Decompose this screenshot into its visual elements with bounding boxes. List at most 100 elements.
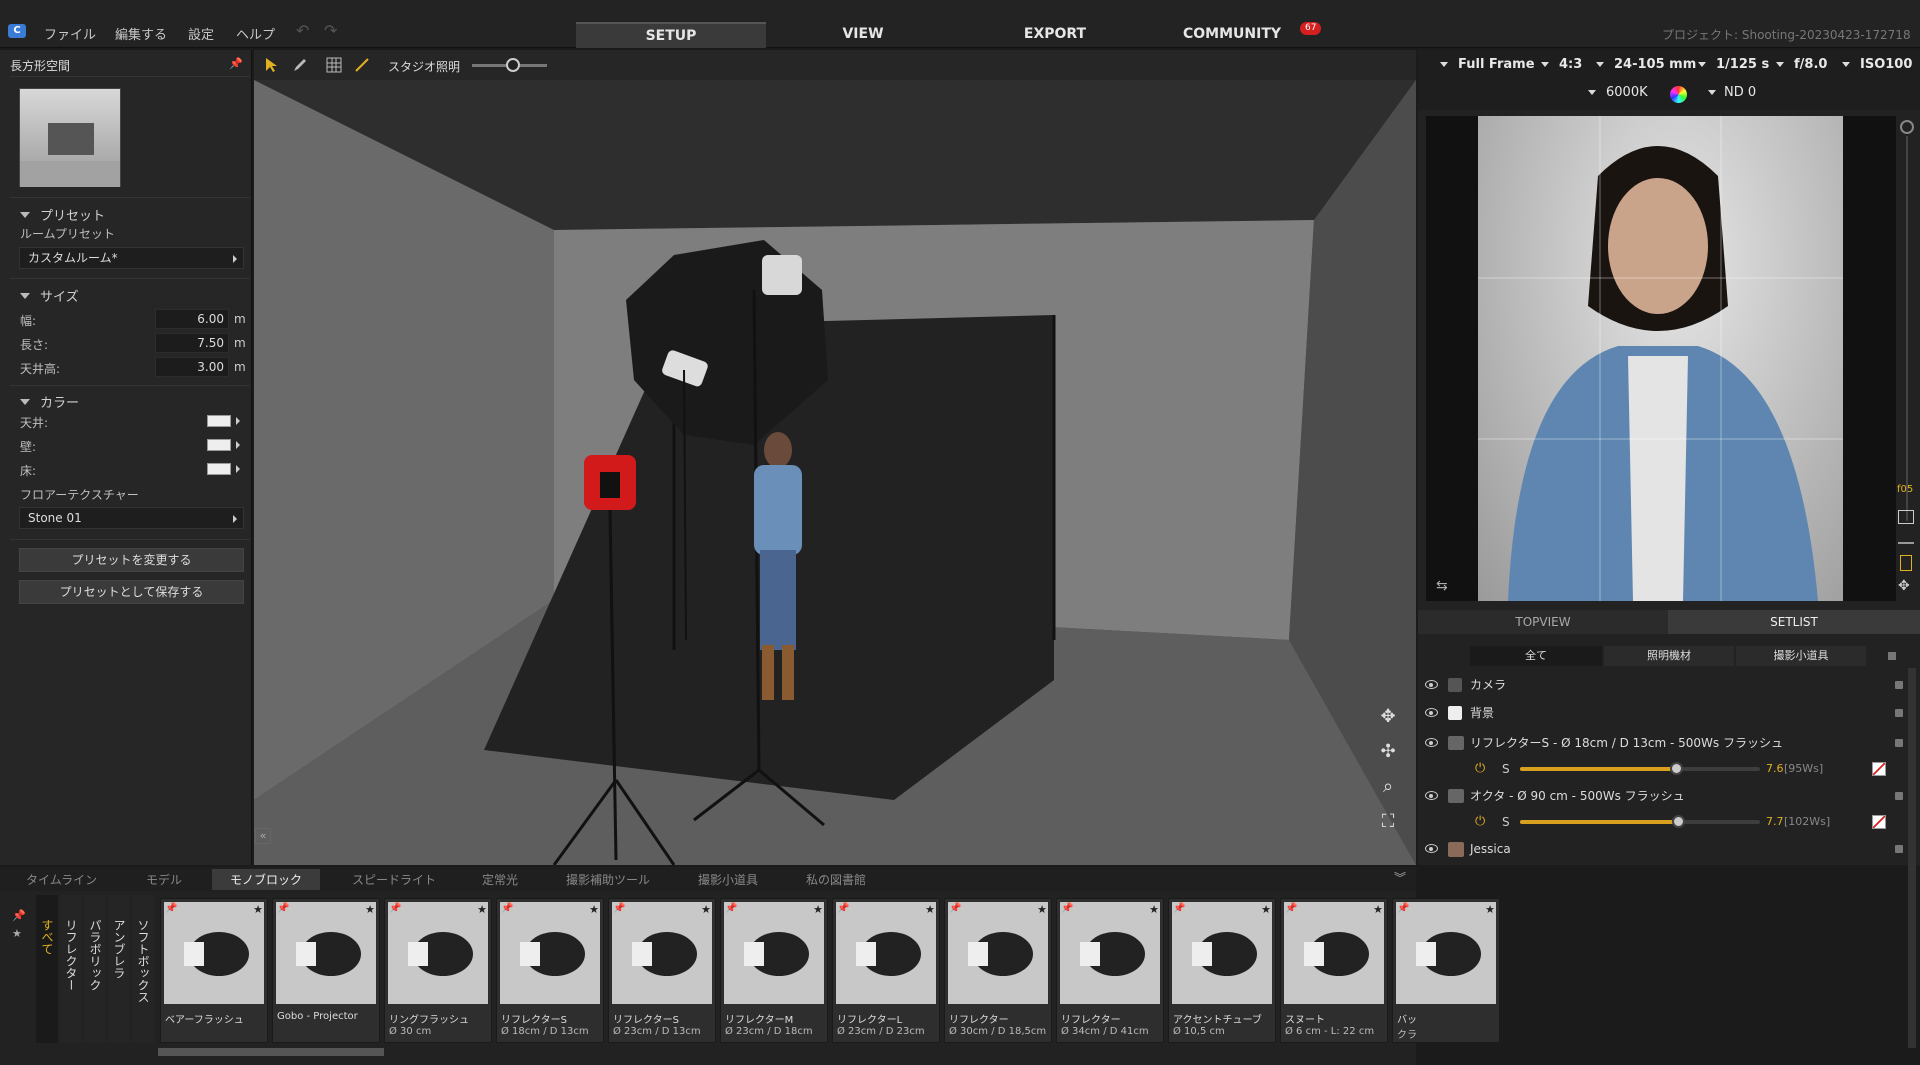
- tab-continuous[interactable]: 定常光: [482, 871, 518, 888]
- ratio-dropdown-icon[interactable]: [1541, 62, 1549, 67]
- iso-dropdown-icon[interactable]: [1842, 62, 1850, 67]
- menu-help[interactable]: ヘルプ: [236, 24, 275, 43]
- pin-icon[interactable]: 📌: [1173, 903, 1185, 914]
- shutter-value[interactable]: 1/125 s: [1716, 57, 1769, 72]
- library-scrollbar[interactable]: [158, 1048, 384, 1056]
- category-all[interactable]: すべて: [36, 895, 58, 1043]
- color-filter-icon[interactable]: [1872, 815, 1886, 829]
- camera-preview[interactable]: ⇆: [1426, 116, 1896, 601]
- visibility-eye-icon[interactable]: [1425, 844, 1438, 853]
- shutter-dropdown-icon[interactable]: [1698, 62, 1706, 67]
- tab-model[interactable]: モデル: [146, 871, 182, 888]
- fit-view-icon[interactable]: ⛶: [1376, 810, 1400, 834]
- wb-value[interactable]: 6000K: [1606, 85, 1648, 100]
- power-icon[interactable]: ⏻: [1475, 756, 1485, 782]
- lens-dropdown-icon[interactable]: [1596, 62, 1604, 67]
- aperture-dropdown-icon[interactable]: [1776, 62, 1784, 67]
- tab-setup[interactable]: SETUP: [576, 22, 766, 48]
- favorite-star-icon[interactable]: ★: [813, 903, 823, 916]
- tab-timeline[interactable]: タイムライン: [26, 871, 97, 888]
- product-tile[interactable]: 📌 ★ リフレクターS Ø 18cm / D 13cm: [496, 898, 604, 1043]
- app-logo[interactable]: C: [8, 24, 26, 38]
- color-wheel-icon[interactable]: [1670, 86, 1687, 103]
- visibility-eye-icon[interactable]: [1425, 708, 1438, 717]
- floor-color-arrow-icon[interactable]: [236, 465, 240, 473]
- preview-slider-knob[interactable]: [1900, 120, 1914, 134]
- tab-setlist[interactable]: SETLIST: [1668, 610, 1920, 634]
- wall-color-arrow-icon[interactable]: [236, 441, 240, 449]
- ceiling-color-arrow-icon[interactable]: [236, 417, 240, 425]
- pan-icon[interactable]: ✣: [1376, 740, 1400, 764]
- pin-icon[interactable]: 📌: [277, 903, 289, 914]
- pin-icon[interactable]: 📌: [389, 903, 401, 914]
- setlist-row-camera[interactable]: カメラ: [1420, 672, 1910, 698]
- length-input[interactable]: 7.50: [155, 333, 229, 353]
- power-slider-knob[interactable]: [1670, 762, 1683, 775]
- color-filter-icon[interactable]: [1872, 762, 1886, 776]
- move-icon[interactable]: ✥: [1898, 578, 1910, 594]
- favorite-star-icon[interactable]: ★: [253, 903, 263, 916]
- aperture-value[interactable]: f/8.0: [1794, 57, 1827, 72]
- product-tile[interactable]: 📌 ★ リフレクター Ø 34cm / D 41cm: [1056, 898, 1164, 1043]
- room-preset-dropdown[interactable]: カスタムルーム*: [19, 247, 244, 269]
- studio-light-slider-knob[interactable]: [506, 58, 521, 72]
- setlist-scrollbar[interactable]: [1908, 668, 1916, 1048]
- size-header[interactable]: サイズ: [20, 286, 79, 305]
- pin-icon[interactable]: 📌: [949, 903, 961, 914]
- setlist-row-octa[interactable]: オクタ - Ø 90 cm - 500Ws フラッシュ ⏻ S 7.7 [102…: [1420, 783, 1910, 835]
- nd-value[interactable]: ND 0: [1724, 85, 1756, 100]
- grid-icon[interactable]: [326, 57, 342, 73]
- favorite-star-icon[interactable]: ★: [1373, 903, 1383, 916]
- tab-accessories[interactable]: 撮影補助ツール: [566, 871, 650, 888]
- floor-texture-dropdown[interactable]: Stone 01: [19, 507, 244, 529]
- tab-export[interactable]: EXPORT: [960, 22, 1150, 48]
- setlist-row-reflector[interactable]: リフレクターS - Ø 18cm / D 13cm - 500Ws フラッシュ …: [1420, 730, 1910, 782]
- pin-filter-icon[interactable]: 📌: [12, 909, 26, 922]
- pin-icon[interactable]: 📌: [1061, 903, 1073, 914]
- power-slider[interactable]: [1520, 762, 1760, 775]
- lock-icon[interactable]: [1895, 709, 1903, 717]
- orbit-icon[interactable]: ✥: [1376, 705, 1400, 729]
- favorite-star-icon[interactable]: ★: [925, 903, 935, 916]
- save-preset-button[interactable]: プリセットとして保存する: [19, 580, 244, 604]
- menu-edit[interactable]: 編集する: [115, 24, 167, 43]
- pin-icon[interactable]: 📌: [1285, 903, 1297, 914]
- power-slider[interactable]: [1520, 815, 1760, 828]
- favorite-star-icon[interactable]: ★: [1261, 903, 1271, 916]
- wb-dropdown-icon[interactable]: [1588, 90, 1596, 95]
- color-header[interactable]: カラー: [20, 392, 79, 411]
- filter-props[interactable]: 撮影小道具: [1736, 646, 1866, 666]
- lens-value[interactable]: 24-105 mm: [1614, 57, 1696, 72]
- product-tile[interactable]: 📌 ★ リフレクターS Ø 23cm / D 13cm: [608, 898, 716, 1043]
- lock-icon[interactable]: [1895, 792, 1903, 800]
- tab-community[interactable]: COMMUNITY: [1152, 22, 1312, 48]
- tab-monoblock[interactable]: モノブロック: [212, 869, 321, 890]
- visibility-eye-icon[interactable]: [1425, 791, 1438, 800]
- product-tile[interactable]: 📌 ★ スヌート Ø 6 cm - L: 22 cm: [1280, 898, 1388, 1043]
- tab-topview[interactable]: TOPVIEW: [1418, 610, 1668, 634]
- zoom-icon[interactable]: ⌕: [1376, 775, 1400, 799]
- power-icon[interactable]: ⏻: [1475, 809, 1485, 835]
- collapse-left-icon[interactable]: «: [255, 828, 271, 844]
- tab-view[interactable]: VIEW: [768, 22, 958, 48]
- lock-icon[interactable]: [1895, 739, 1903, 747]
- orientation-icon[interactable]: [1900, 555, 1912, 571]
- grid-overlay-icon[interactable]: [1898, 510, 1914, 524]
- favorite-star-icon[interactable]: ★: [1485, 903, 1495, 916]
- visibility-eye-icon[interactable]: [1425, 680, 1438, 689]
- product-tile[interactable]: 📌 ★ リフレクターM Ø 23cm / D 18cm: [720, 898, 828, 1043]
- pin-icon[interactable]: 📌: [165, 903, 177, 914]
- product-tile[interactable]: 📌 ★ リフレクター Ø 30cm / D 18,5cm: [944, 898, 1052, 1043]
- swap-icon[interactable]: ⇆: [1436, 578, 1448, 594]
- favorite-star-icon[interactable]: ★: [1037, 903, 1047, 916]
- pin-icon[interactable]: 📌: [229, 57, 243, 70]
- change-preset-button[interactable]: プリセットを変更する: [19, 548, 244, 572]
- nd-dropdown-icon[interactable]: [1708, 90, 1716, 95]
- category-softbox[interactable]: ソフトボックス: [132, 895, 154, 1043]
- histogram-icon[interactable]: [1898, 534, 1914, 544]
- product-tile[interactable]: 📌 ★ ベアーフラッシュ: [160, 898, 268, 1043]
- product-tile[interactable]: 📌 ★ アクセントチューブ Ø 10,5 cm: [1168, 898, 1276, 1043]
- presets-header[interactable]: プリセット: [20, 205, 105, 224]
- visibility-eye-icon[interactable]: [1425, 738, 1438, 747]
- redo-icon[interactable]: ↷: [324, 21, 337, 40]
